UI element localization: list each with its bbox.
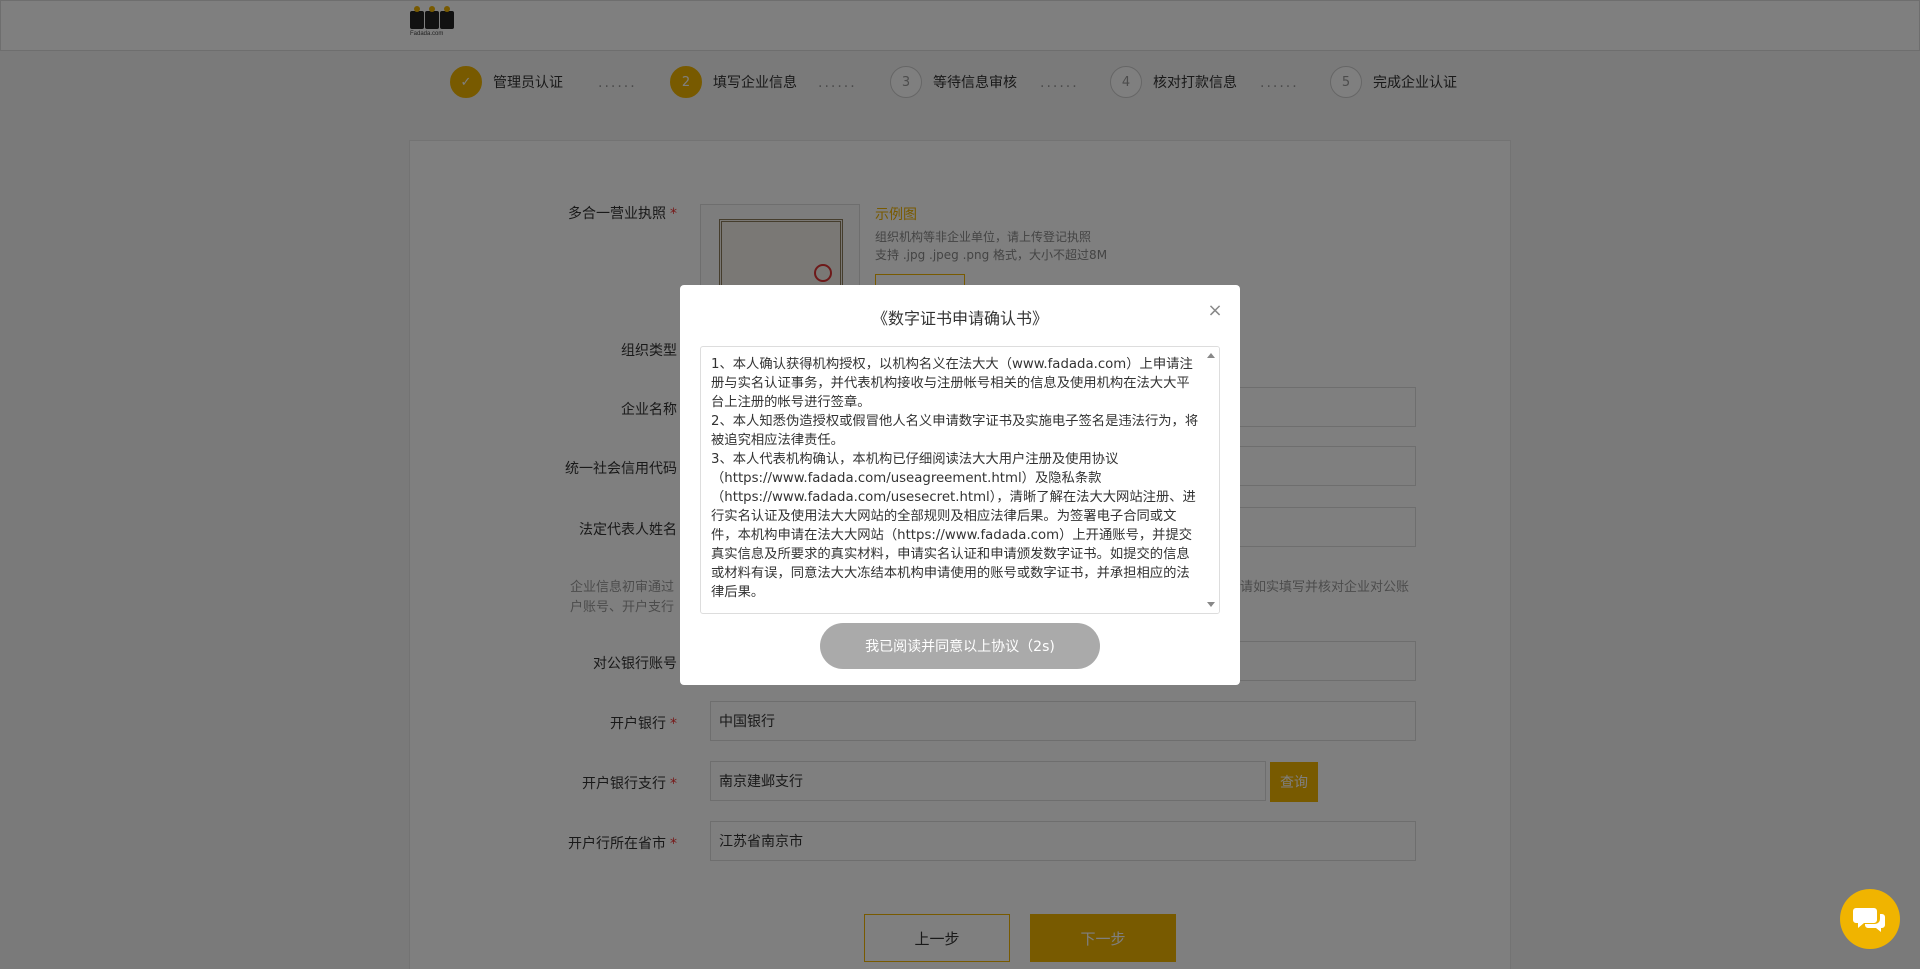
scrollbar[interactable] [1203,347,1219,613]
agree-button[interactable]: 我已阅读并同意以上协议（2s) [820,623,1100,669]
agreement-paragraph-1: 1、本人确认获得机构授权，以机构名义在法大大（www.fadada.com）上申… [711,357,1193,410]
agreement-text: 1、本人确认获得机构授权，以机构名义在法大大（www.fadada.com）上申… [711,355,1199,602]
close-icon[interactable]: × [1206,302,1224,320]
agreement-paragraph-2: 2、本人知悉伪造授权或假冒他人名义申请数字证书及实施电子签名是违法行为，将被追究… [711,414,1199,448]
scroll-up-icon[interactable] [1207,353,1215,358]
agreement-scroll-area[interactable]: 1、本人确认获得机构授权，以机构名义在法大大（www.fadada.com）上申… [700,346,1220,614]
chat-bubbles-icon [1853,908,1885,932]
scroll-down-icon[interactable] [1207,602,1215,607]
modal-title: 《数字证书申请确认书》 [871,309,1048,328]
certificate-confirm-modal: 《数字证书申请确认书》 × 1、本人确认获得机构授权，以机构名义在法大大（www… [680,285,1240,685]
chat-button[interactable] [1840,889,1900,949]
agreement-paragraph-3: 3、本人代表机构确认，本机构已仔细阅读法大大用户注册及使用协议（https://… [711,452,1196,600]
